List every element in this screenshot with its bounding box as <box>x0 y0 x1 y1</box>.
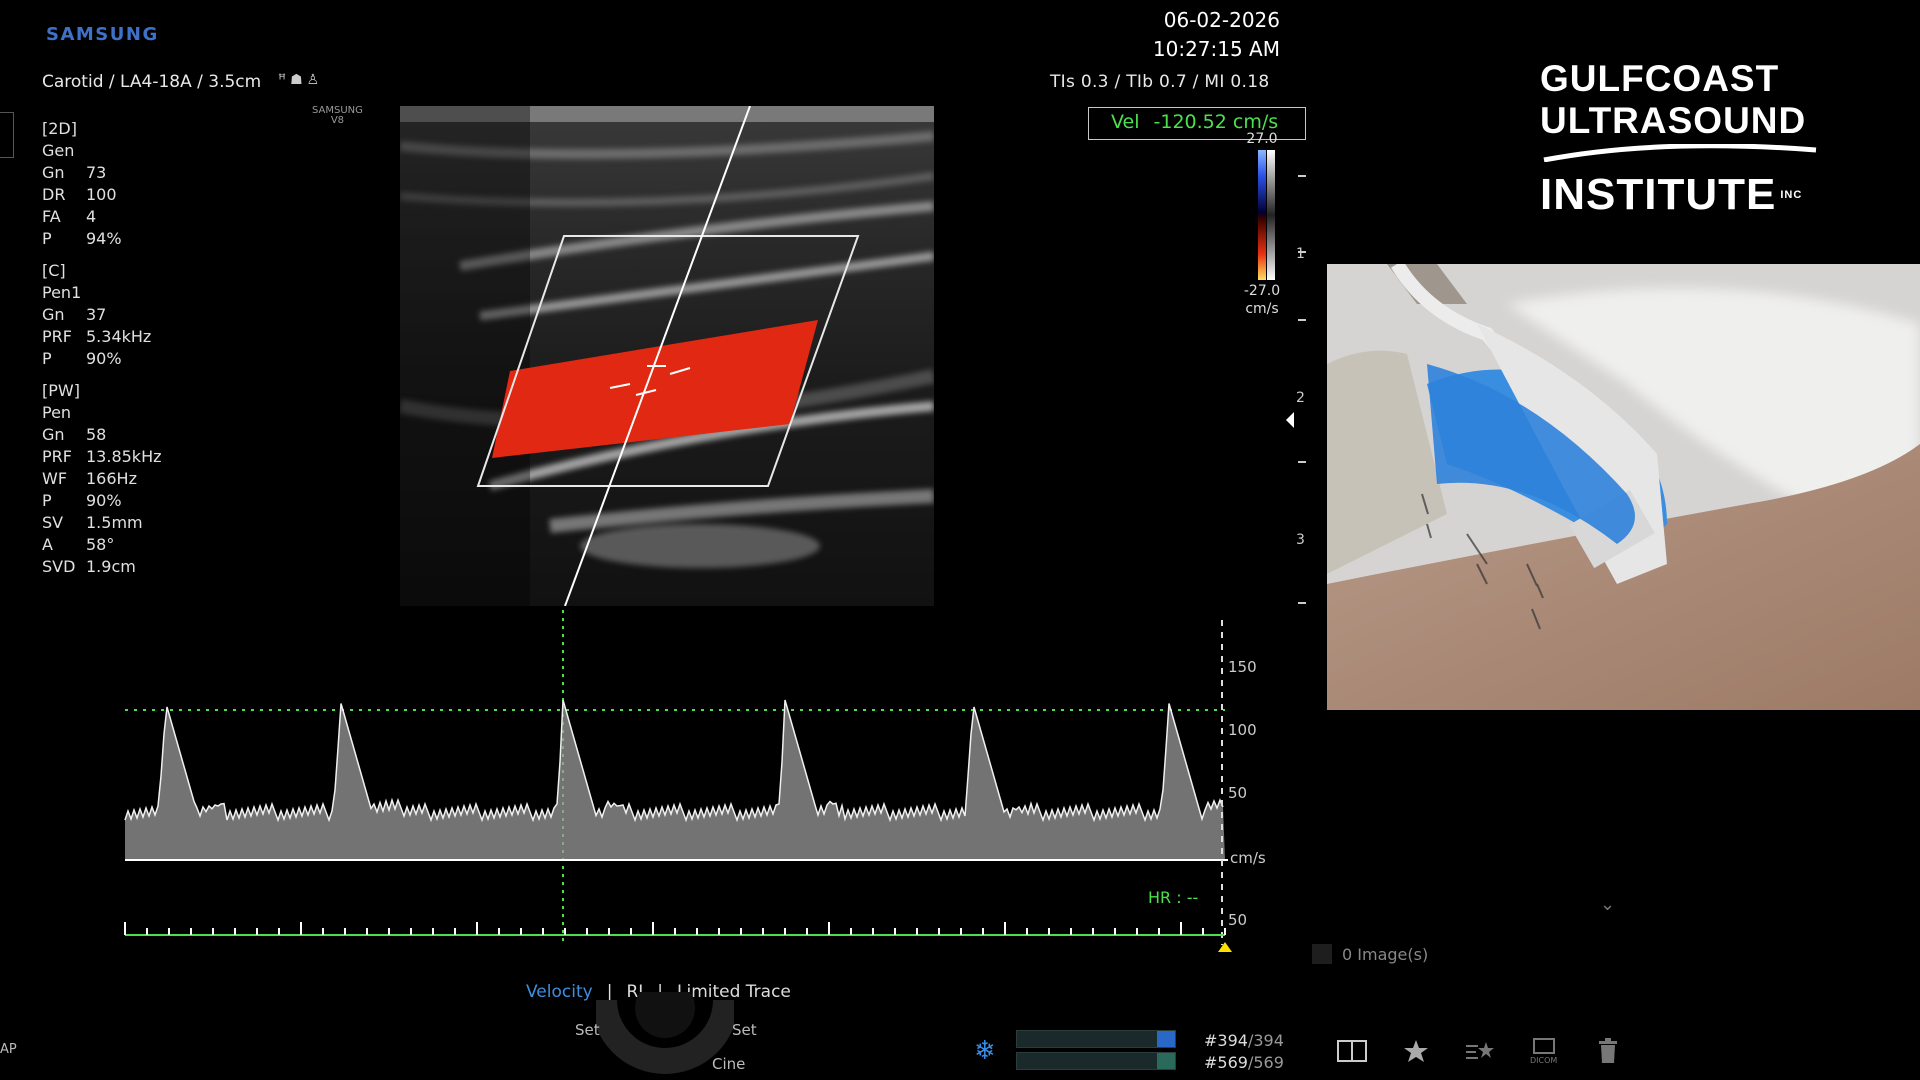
color-scale-max: 27.0 <box>1246 131 1278 147</box>
dial-set-right[interactable]: Set <box>732 1021 757 1039</box>
brand-logo: SAMSUNG <box>46 24 159 45</box>
param-row: Gn 73 <box>42 163 107 182</box>
imaging-parameters: [2D] Gen Gn 73 DR 100 FA 4 P 94% [C] Pen1 Gn… <box>42 118 162 588</box>
param-row: P 90% <box>42 349 122 368</box>
institute-logo: GULFCOAST ULTRASOUND INSTITUTE INC <box>1540 58 1880 218</box>
dial-set-left[interactable]: Set <box>575 1021 600 1039</box>
tool-icons: DICOM <box>1320 1034 1640 1068</box>
param-row: WF 166Hz <box>42 469 137 488</box>
chevron-down-icon[interactable]: ⌄ <box>1600 894 1615 915</box>
doppler-waveform <box>125 700 1225 860</box>
params-2d: [2D] Gen Gn 73 DR 100 FA 4 P 94% <box>42 118 162 250</box>
vel-unit: cm/s <box>1230 849 1266 867</box>
param-row: PRF 5.34kHz <box>42 327 152 346</box>
trash-icon[interactable] <box>1576 1034 1640 1068</box>
body-icon: ♙ <box>306 72 324 88</box>
vel-label-150: 150 <box>1228 658 1257 676</box>
cap-label: AP <box>0 1042 17 1057</box>
param-row: FA 4 <box>42 207 97 226</box>
tissue-icon: ☗ <box>290 72 307 88</box>
baseline-marker-icon[interactable] <box>1218 942 1232 952</box>
thumbnail-placeholder <box>1312 944 1332 964</box>
device-model: SAMSUNG V8 <box>312 105 363 126</box>
time: 10:27:15 AM <box>1152 37 1280 61</box>
star-icon[interactable] <box>1384 1034 1448 1068</box>
spectral-doppler[interactable] <box>0 600 1300 960</box>
param-row: P 90% <box>42 491 122 510</box>
date-time: 06-02-2026 10:27:15 AM <box>1120 6 1280 64</box>
thermal-indices: TIs 0.3 / TIb 0.7 / MI 0.18 <box>1050 72 1270 92</box>
param-row: SVD 1.9cm <box>42 557 136 576</box>
camera-view <box>1327 264 1920 710</box>
cine-bar-pw-fill <box>1157 1053 1175 1069</box>
harmonic-icon: ꟸ <box>278 72 291 88</box>
param-row: PRF 13.85kHz <box>42 447 162 466</box>
bmode-image[interactable] <box>400 106 934 606</box>
star-list-icon[interactable] <box>1448 1034 1512 1068</box>
color-scale-min: -27.0 cm/s <box>1243 283 1281 317</box>
logo-wave-icon <box>1543 144 1817 162</box>
cine-bar-2d-fill <box>1157 1031 1175 1047</box>
svg-text:DICOM: DICOM <box>1530 1056 1557 1065</box>
left-edge-tab[interactable] <box>0 112 14 158</box>
param-row: SV 1.5mm <box>42 513 143 532</box>
vel-label-100: 100 <box>1228 721 1257 739</box>
date: 06-02-2026 <box>1163 8 1280 32</box>
params-color: [C] Pen1 Gn 37 PRF 5.34kHz P 90% <box>42 260 162 370</box>
vel-label-neg50: 50 <box>1228 911 1248 929</box>
doppler-envelope <box>124 699 1224 823</box>
focus-marker-icon[interactable] <box>1284 410 1296 430</box>
preset-icons: ꟸ☗♙ <box>278 72 323 88</box>
color-velocity-scale <box>1258 150 1275 280</box>
snowflake-icon[interactable]: ❄ <box>974 1036 996 1066</box>
param-row: A 58° <box>42 535 115 554</box>
param-row: DR 100 <box>42 185 117 204</box>
dicom-icon[interactable]: DICOM <box>1512 1034 1576 1068</box>
param-row: Gn 58 <box>42 425 107 444</box>
cine-bars[interactable] <box>1016 1030 1176 1074</box>
cine-counters: #394/394 #569/569 <box>1204 1031 1284 1072</box>
heart-rate: HR : -- <box>1148 888 1199 907</box>
velocity-value: -120.52 cm/s <box>1153 111 1279 133</box>
velocity-option[interactable]: Velocity <box>526 982 593 1002</box>
param-row: P 94% <box>42 229 122 248</box>
split-view-icon[interactable] <box>1320 1034 1384 1068</box>
cine-bar-pw[interactable] <box>1016 1052 1176 1070</box>
vel-label-50: 50 <box>1228 784 1248 802</box>
params-pw: [PW] Pen Gn 58 PRF 13.85kHz WF 166Hz P 90% S… <box>42 381 162 576</box>
param-row: Gn 37 <box>42 305 107 324</box>
dial-cine[interactable]: Cine <box>712 1055 745 1073</box>
image-count: 0 Image(s) <box>1312 944 1428 964</box>
velocity-label: Vel <box>1111 111 1140 133</box>
exam-preset[interactable]: Carotid / LA4-18A / 3.5cm <box>42 72 261 92</box>
cine-bar-2d[interactable] <box>1016 1030 1176 1048</box>
